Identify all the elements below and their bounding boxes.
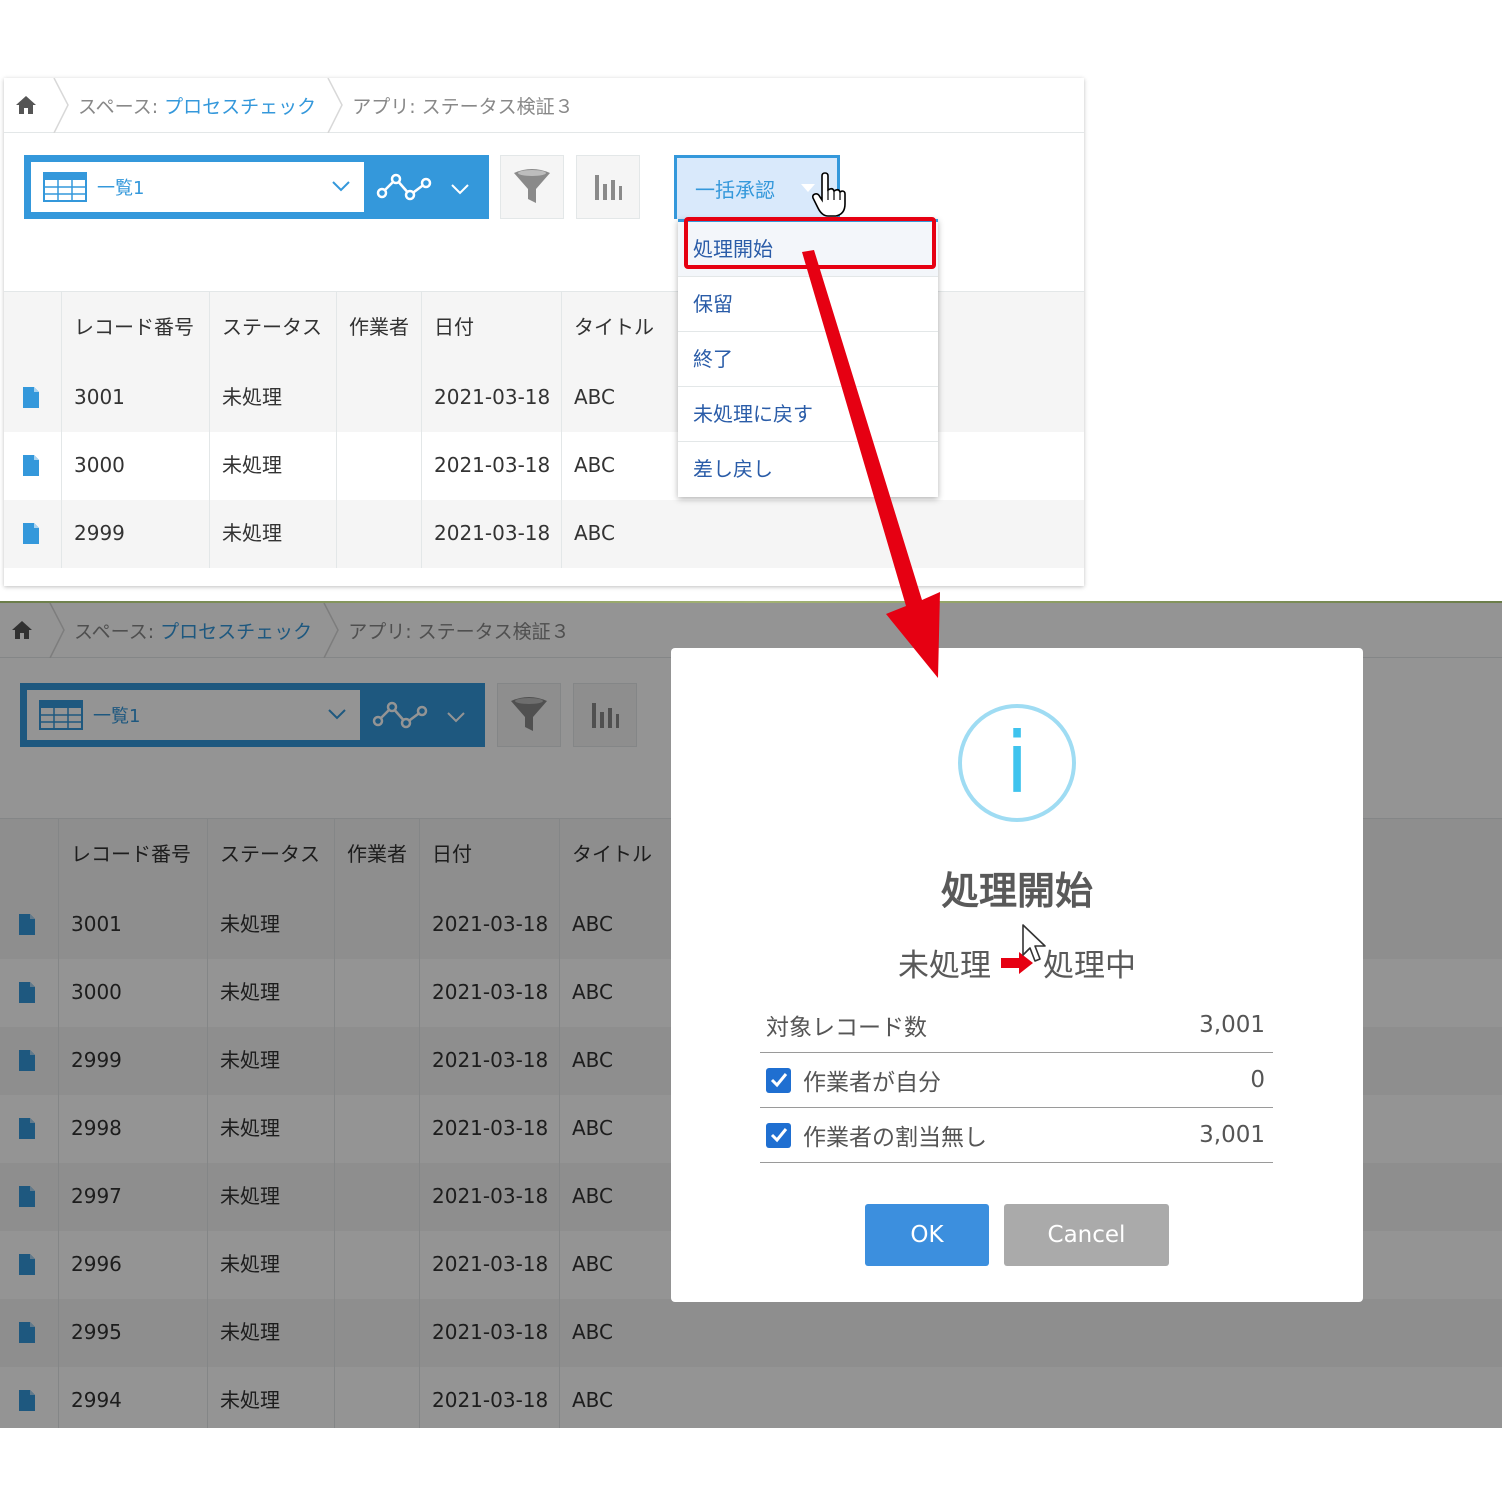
cell-date: 2021-03-18	[421, 500, 561, 568]
row-label: 対象レコード数	[766, 1015, 927, 1041]
cell-id: 3001	[61, 364, 209, 432]
status-transition: 未処理 処理中	[671, 940, 1363, 985]
from-status: 未処理	[898, 948, 991, 984]
view-selector[interactable]: 一覧1	[24, 155, 489, 219]
cell-status: 未処理	[209, 432, 336, 500]
checkbox-checked[interactable]	[766, 1067, 791, 1093]
cancel-button[interactable]: Cancel	[1004, 1204, 1169, 1266]
cell-status: 未処理	[209, 364, 336, 432]
filter-icon	[514, 169, 550, 203]
cell-status: 未処理	[209, 500, 336, 568]
check-icon	[770, 1073, 787, 1088]
bar-chart-icon	[595, 175, 622, 200]
cell-id: 2999	[61, 500, 209, 568]
cell-date: 2021-03-18	[421, 364, 561, 432]
home-icon[interactable]	[4, 78, 48, 133]
assignee-self-row[interactable]: 作業者が自分 0	[760, 1053, 1273, 1108]
breadcrumb: スペース: プロセスチェック アプリ: ステータス検証３	[4, 78, 1084, 133]
dialog-title: 処理開始	[940, 869, 1093, 913]
breadcrumb-space-link[interactable]: プロセスチェック	[164, 96, 316, 118]
chevron-down-icon[interactable]	[330, 174, 352, 196]
chevron-down-icon[interactable]	[449, 177, 471, 199]
graph-button[interactable]	[576, 155, 640, 219]
record-detail-icon[interactable]	[22, 386, 40, 409]
cell-date: 2021-03-18	[421, 432, 561, 500]
record-detail-icon[interactable]	[22, 454, 40, 477]
row-value: 0	[1250, 1067, 1265, 1093]
graph-view-icon[interactable]	[376, 171, 434, 203]
ok-button[interactable]: OK	[865, 1204, 989, 1266]
breadcrumb-app[interactable]: アプリ: ステータス検証３	[346, 92, 579, 119]
annotation-arrow-icon	[802, 250, 940, 678]
checkbox-checked[interactable]	[766, 1122, 791, 1148]
filter-button[interactable]	[500, 155, 564, 219]
breadcrumb-separator-icon	[53, 78, 69, 133]
target-record-count-row: 対象レコード数 3,001	[760, 998, 1273, 1053]
row-value: 3,001	[1199, 1122, 1265, 1148]
column-header[interactable]: ステータス	[209, 292, 336, 365]
check-icon	[770, 1128, 787, 1143]
info-icon: i	[958, 704, 1076, 822]
view-name: 一覧1	[97, 178, 145, 199]
cell-assignee	[336, 364, 421, 432]
table-view-icon	[43, 172, 87, 202]
breadcrumb-space[interactable]: スペース: プロセスチェック	[72, 92, 322, 119]
column-header[interactable]: レコード番号	[61, 292, 209, 365]
row-label: 作業者の割当無し	[803, 1125, 987, 1151]
hand-cursor-icon	[811, 172, 846, 217]
cell-assignee	[336, 432, 421, 500]
column-header[interactable]: 日付	[421, 292, 561, 365]
confirm-dialog: i 処理開始 未処理 処理中 対象レコード数 3,001 作業者が自分 0 作業…	[671, 648, 1363, 1302]
mouse-pointer-icon	[1022, 924, 1046, 962]
row-label: 作業者が自分	[803, 1070, 941, 1096]
assignee-unassigned-row[interactable]: 作業者の割当無し 3,001	[760, 1108, 1273, 1163]
row-value: 3,001	[1199, 1012, 1265, 1038]
column-header[interactable]: 作業者	[336, 292, 421, 365]
cell-id: 3000	[61, 432, 209, 500]
to-status: 処理中	[1043, 948, 1136, 984]
record-detail-icon[interactable]	[22, 522, 40, 545]
breadcrumb-separator-icon	[327, 78, 344, 133]
cell-assignee	[336, 500, 421, 568]
